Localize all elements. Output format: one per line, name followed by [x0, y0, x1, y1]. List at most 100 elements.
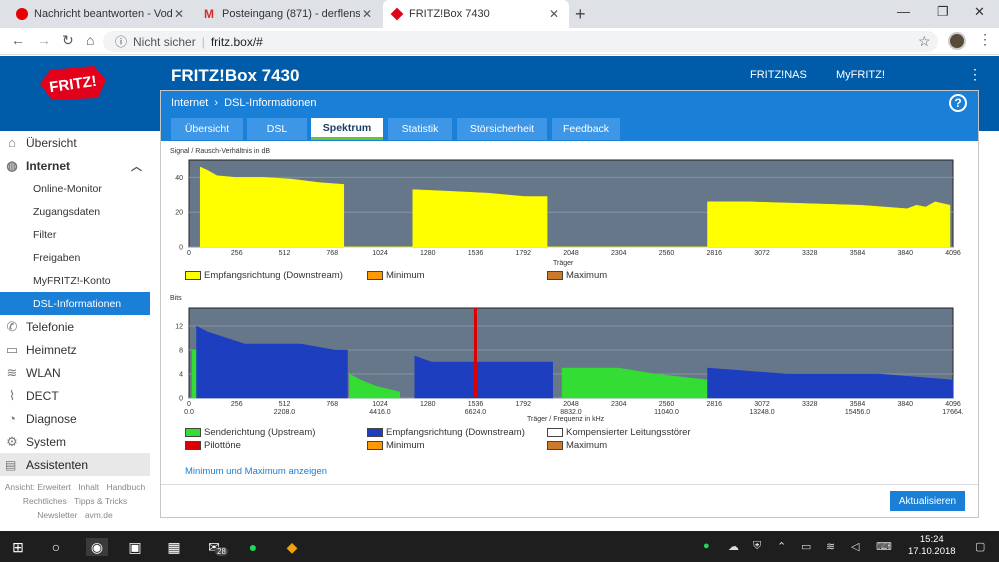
x-tick-label: 768 — [326, 401, 338, 408]
footer-link-handbuch[interactable]: Handbuch — [106, 482, 145, 492]
sidebar-item-system[interactable]: ⚙ System — [0, 430, 150, 453]
diagnose-icon: ◔ — [8, 410, 16, 426]
chevron-up-icon[interactable]: ︿ — [131, 158, 142, 174]
window-close-icon[interactable]: ✕ — [974, 4, 985, 20]
cortana-icon[interactable]: ○ — [47, 538, 65, 556]
breadcrumb: Internet › DSL-Informationen — [171, 97, 316, 109]
home-icon: ⌂ — [8, 134, 16, 150]
tab-gmail[interactable]: M Posteingang (871) - derflensi@gm ✕ — [196, 0, 382, 28]
clock-date: 17.10.2018 — [908, 546, 956, 557]
tab-spektrum[interactable]: Spektrum — [311, 118, 383, 140]
tab-feedback[interactable]: Feedback — [552, 118, 620, 140]
chrome-icon[interactable]: ◉ — [86, 538, 108, 556]
x-freq-tick-label: 4416.0 — [369, 409, 391, 416]
x-tick-label: 1792 — [515, 250, 531, 257]
cloud-icon[interactable]: ☁ — [728, 540, 739, 553]
sidebar-item-dect[interactable]: ⌇ DECT — [0, 384, 150, 407]
store-icon[interactable]: ▦ — [165, 538, 183, 556]
battery-icon[interactable]: ▭ — [801, 540, 811, 553]
sidebar-item-wlan[interactable]: ≋ WLAN — [0, 361, 150, 384]
restore-icon[interactable]: ❐ — [937, 4, 949, 20]
legend-label: Minimum — [386, 440, 425, 451]
x-freq-tick-label: 17664. — [942, 409, 963, 416]
footer-link-rechtliches[interactable]: Rechtliches — [23, 496, 67, 506]
header-menu-icon[interactable]: ⋮ — [968, 66, 982, 83]
x-tick-label: 1536 — [468, 401, 484, 408]
sidebar-item-label: Assistenten — [26, 457, 89, 472]
vodafone-icon — [16, 8, 28, 20]
forward-arrow-icon[interactable]: → — [37, 32, 51, 48]
legend-swatch-red — [185, 441, 201, 450]
windows-start-icon[interactable]: ⊞ — [9, 538, 27, 556]
shield-icon[interactable]: ⛨ — [753, 540, 761, 553]
tab-uebersicht[interactable]: Übersicht — [171, 118, 243, 140]
footer-link-avm[interactable]: avm.de — [85, 510, 113, 520]
back-arrow-icon[interactable]: ← — [11, 32, 25, 48]
update-button[interactable]: Aktualisieren — [890, 491, 965, 511]
notification-icon[interactable]: ▢ — [975, 540, 985, 553]
sidebar-item-filter[interactable]: Filter — [0, 223, 150, 246]
reload-icon[interactable]: ↻ — [62, 32, 74, 49]
tray-up-icon[interactable]: ⌃ — [777, 540, 786, 553]
legend-label: Empfangsrichtung (Downstream) — [204, 270, 343, 281]
tab-statistik[interactable]: Statistik — [388, 118, 452, 140]
tab-dsl[interactable]: DSL — [247, 118, 307, 140]
sidebar-item-telefonie[interactable]: ✆ Telefonie — [0, 315, 150, 338]
close-icon[interactable]: ✕ — [172, 7, 186, 21]
profile-avatar[interactable] — [948, 32, 966, 50]
sidebar: ⌂ Übersicht ◍ Internet ︿ Online-Monitor … — [0, 131, 150, 476]
tab-vodafone[interactable]: Nachricht beantworten - Vodafone ✕ — [8, 0, 194, 28]
sidebar-item-label: Internet — [26, 158, 71, 173]
footer-link-newsletter[interactable]: Newsletter — [37, 510, 77, 520]
divider — [161, 484, 978, 485]
clock[interactable]: 15:24 17.10.2018 — [908, 534, 956, 558]
explorer-icon[interactable]: ▣ — [126, 538, 144, 556]
legend-swatch-orange — [367, 271, 383, 280]
sidebar-item-myfritz-konto[interactable]: MyFRITZ!-Konto — [0, 269, 150, 292]
tab-stoersicherheit[interactable]: Störsicherheit — [457, 118, 547, 140]
breadcrumb-internet[interactable]: Internet — [171, 97, 208, 109]
close-icon[interactable]: ✕ — [547, 7, 561, 21]
sidebar-item-zugangsdaten[interactable]: Zugangsdaten — [0, 200, 150, 223]
footer-link-inhalt[interactable]: Inhalt — [78, 482, 99, 492]
bookmark-star-icon[interactable]: ☆ — [918, 33, 931, 50]
spotify-icon[interactable]: ● — [244, 538, 262, 556]
legend-bits-maximum: Maximum — [547, 440, 607, 451]
spotify-tray-icon[interactable]: ● — [703, 540, 710, 552]
browser-menu-icon[interactable]: ⋮ — [978, 31, 992, 48]
app-icon[interactable]: ◆ — [283, 538, 301, 556]
footer-link-tipps[interactable]: Tipps & Tricks — [74, 496, 127, 506]
minimize-icon[interactable]: — — [897, 4, 910, 19]
new-tab-plus-icon[interactable]: + — [575, 4, 586, 25]
address-bar: ← → ↻ ⌂ ⓘ Nicht sicher | fritz.box/# ☆ ⋮ — [0, 28, 999, 55]
legend-swatch-brown — [547, 441, 563, 450]
sidebar-item-diagnose[interactable]: ◔ Diagnose — [0, 407, 150, 430]
keyboard-icon[interactable]: ⌨ — [876, 540, 892, 553]
url-field[interactable]: ⓘ Nicht sicher | fritz.box/# — [103, 31, 938, 52]
x-tick-label: 256 — [231, 401, 243, 408]
x-tick-label: 1536 — [468, 250, 484, 257]
footer-link-ansicht[interactable]: Ansicht: Erweitert — [5, 482, 71, 492]
sidebar-item-freigaben[interactable]: Freigaben — [0, 246, 150, 269]
sidebar-item-internet[interactable]: ◍ Internet ︿ — [0, 154, 150, 177]
legend-bits-upstream: Senderichtung (Upstream) — [185, 427, 315, 438]
wifi-tray-icon[interactable]: ≋ — [826, 540, 835, 553]
home-icon[interactable]: ⌂ — [86, 32, 94, 48]
tab-fritzbox[interactable]: FRITZ!Box 7430 ✕ — [383, 0, 569, 28]
myfritz-link[interactable]: MyFRITZ! — [836, 69, 885, 81]
close-icon[interactable]: ✕ — [360, 7, 374, 21]
info-icon[interactable]: ⓘ — [115, 33, 127, 50]
sidebar-item-online-monitor[interactable]: Online-Monitor — [0, 177, 150, 200]
x-tick-label: 2048 — [563, 401, 579, 408]
sidebar-item-heimnetz[interactable]: ▭ Heimnetz — [0, 338, 150, 361]
show-minmax-link[interactable]: Minimum und Maximum anzeigen — [185, 466, 327, 477]
help-icon[interactable]: ? — [949, 94, 967, 112]
sidebar-item-uebersicht[interactable]: ⌂ Übersicht — [0, 131, 150, 154]
volume-icon[interactable]: ◁ — [851, 540, 859, 553]
fritz-logo[interactable]: FRITZ! — [36, 64, 110, 102]
fritznas-link[interactable]: FRITZ!NAS — [750, 69, 807, 81]
sidebar-item-label: Übersicht — [26, 135, 77, 150]
sidebar-item-assistenten[interactable]: ▤ Assistenten — [0, 453, 150, 476]
sidebar-item-dsl-informationen[interactable]: DSL-Informationen — [0, 292, 150, 315]
series-area-1 — [414, 355, 553, 399]
